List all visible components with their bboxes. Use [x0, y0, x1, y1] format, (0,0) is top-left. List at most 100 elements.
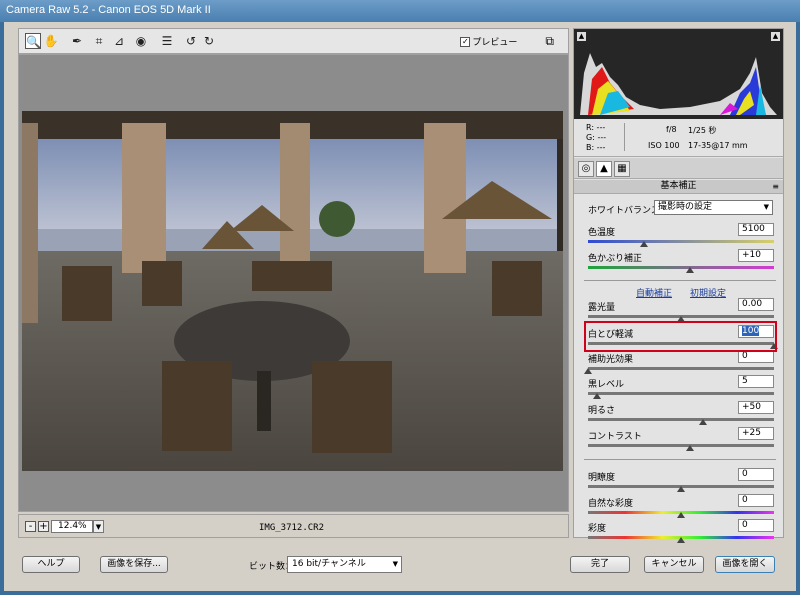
lens: 17-35@17 mm — [688, 141, 748, 150]
preferences-tool-icon[interactable]: ☰ — [159, 33, 175, 49]
slider-thumb[interactable] — [639, 241, 648, 247]
bit-depth-value: 16 bit/チャンネル — [292, 559, 366, 569]
rotate-cw-tool-icon[interactable]: ↻ — [201, 33, 217, 49]
status-bar: - + 12.4% ▼ IMG_3712.CR2 — [18, 514, 569, 538]
auto-link[interactable]: 自動補正 — [636, 286, 672, 299]
preview-toggle[interactable]: ✓ プレビュー ⧉ — [460, 34, 554, 49]
slider-value-field[interactable]: 5100 — [738, 223, 774, 236]
blue-readout: B: --- — [586, 143, 606, 152]
slider-value-field[interactable]: 0.00 — [738, 298, 774, 311]
shutter-speed: 1/25 秒 — [688, 126, 717, 135]
default-link[interactable]: 初期設定 — [690, 286, 726, 299]
filename-label: IMG_3712.CR2 — [259, 523, 325, 533]
save-image-button[interactable]: 画像を保存... — [100, 556, 168, 573]
slider-value-field[interactable]: +25 — [738, 427, 774, 440]
zoom-tool-icon[interactable]: 🔍 — [25, 33, 41, 49]
straighten-tool-icon[interactable]: ⊿ — [111, 33, 127, 49]
slider-track[interactable] — [588, 240, 774, 243]
slider-thumb[interactable] — [686, 445, 695, 451]
slider-value-field[interactable]: 0 — [738, 468, 774, 481]
slider-label: 黒レベル — [588, 380, 625, 390]
slider-track[interactable] — [588, 266, 774, 269]
histogram: ▲ ▲ — [574, 29, 783, 119]
panel-title: 基本補正 — [660, 181, 697, 191]
slider-value: +50 — [742, 402, 761, 412]
slider-thumb[interactable] — [677, 512, 685, 518]
cancel-button[interactable]: キャンセル — [644, 556, 704, 573]
slider-value-field[interactable]: 0 — [738, 494, 774, 507]
slider-label: 彩度 — [588, 524, 607, 534]
tab-detail-icon[interactable]: ▦ — [614, 161, 630, 177]
slider-label: 明瞭度 — [588, 473, 616, 483]
panel-tabs: ◎ ▲ ▦ — [574, 158, 783, 179]
slider-track[interactable] — [588, 418, 774, 421]
panel-menu-icon[interactable]: ≡ — [772, 180, 779, 193]
slider-value: 0 — [742, 495, 748, 505]
help-button[interactable]: ヘルプ — [22, 556, 80, 573]
slider-thumb[interactable] — [584, 368, 592, 374]
slider-label: 補助光効果 — [588, 355, 634, 365]
zoom-level-field[interactable]: 12.4% — [51, 520, 93, 533]
photo-preview[interactable] — [22, 111, 563, 471]
zoom-out-button[interactable]: - — [25, 521, 36, 532]
readout-divider — [624, 123, 625, 151]
slider-value: +10 — [742, 250, 761, 260]
rotate-ccw-tool-icon[interactable]: ↺ — [183, 33, 199, 49]
preview-checkbox[interactable]: ✓ — [460, 36, 471, 47]
chevron-down-icon: ▼ — [392, 560, 398, 568]
highlight-annotation — [584, 321, 777, 352]
slider-value-field[interactable]: 0 — [738, 519, 774, 532]
crop-tool-icon[interactable]: ⌗ — [91, 33, 107, 49]
zoom-in-button[interactable]: + — [38, 521, 49, 532]
slider-thumb[interactable] — [699, 419, 708, 425]
slider-value: 5100 — [742, 224, 765, 234]
slider-label: コントラスト — [588, 432, 642, 442]
hand-tool-icon[interactable]: ✋ — [43, 33, 59, 49]
fullscreen-icon[interactable]: ⧉ — [545, 34, 554, 49]
preview-label: プレビュー — [472, 38, 518, 48]
white-balance-tool-icon[interactable]: ✒ — [69, 33, 85, 49]
divider — [584, 459, 776, 460]
chevron-down-icon: ▼ — [763, 203, 769, 211]
bit-depth-select[interactable]: 16 bit/チャンネル ▼ — [287, 556, 402, 573]
slider-label: 色かぶり補正 — [588, 254, 643, 264]
toolbar: 🔍 ✋ ✒ ⌗ ⊿ ◉ ☰ ↺ ↻ ✓ プレビュー ⧉ — [18, 28, 569, 54]
slider-value: +25 — [742, 428, 761, 438]
done-button[interactable]: 完了 — [570, 556, 630, 573]
adjustments-panel: ▲ ▲ R: --- G: --- B: --- f/8 1/25 秒 ISO … — [573, 28, 784, 543]
slider-value-field[interactable]: 5 — [738, 375, 774, 388]
histogram-graph — [580, 53, 777, 115]
tab-camera-icon[interactable]: ◎ — [578, 161, 594, 177]
red-readout: R: --- — [586, 123, 606, 132]
green-readout: G: --- — [586, 133, 607, 142]
aperture: f/8 — [666, 125, 677, 134]
slider-label: 露光量 — [588, 303, 616, 313]
slider-value-field[interactable]: +50 — [738, 401, 774, 414]
photo-image — [22, 111, 563, 471]
slider-value-field[interactable]: +10 — [738, 249, 774, 262]
slider-thumb[interactable] — [677, 537, 685, 543]
slider-track[interactable] — [588, 444, 774, 447]
slider-label: 色温度 — [588, 228, 616, 238]
slider-track[interactable] — [588, 392, 774, 395]
tab-basic-icon[interactable]: ▲ — [596, 161, 612, 177]
slider-label: 明るさ — [588, 406, 616, 416]
slider-label: 自然な彩度 — [588, 499, 634, 509]
slider-track[interactable] — [588, 367, 774, 370]
slider-thumb[interactable] — [593, 393, 602, 399]
slider-thumb[interactable] — [686, 267, 695, 273]
slider-value: 0 — [742, 351, 748, 361]
camera-info: R: --- G: --- B: --- f/8 1/25 秒 ISO 100 … — [574, 119, 783, 157]
zoom-dropdown-icon[interactable]: ▼ — [93, 520, 104, 533]
slider-value: 0.00 — [742, 299, 763, 309]
window-title: Camera Raw 5.2 - Canon EOS 5D Mark II — [0, 0, 800, 22]
image-canvas[interactable] — [18, 54, 569, 512]
red-eye-tool-icon[interactable]: ◉ — [133, 33, 149, 49]
open-image-button[interactable]: 画像を開く — [715, 556, 775, 573]
white-balance-select[interactable]: 撮影時の設定 ▼ — [654, 200, 773, 215]
iso: ISO 100 — [648, 141, 680, 150]
camera-raw-dialog: 🔍 ✋ ✒ ⌗ ⊿ ◉ ☰ ↺ ↻ ✓ プレビュー ⧉ - + 12.4% ▼ … — [4, 22, 796, 591]
bottom-bar: ヘルプ 画像を保存... ビット数： 16 bit/チャンネル ▼ 完了 キャン… — [4, 547, 796, 587]
slider-value: 5 — [742, 376, 748, 386]
slider-thumb[interactable] — [677, 486, 685, 492]
